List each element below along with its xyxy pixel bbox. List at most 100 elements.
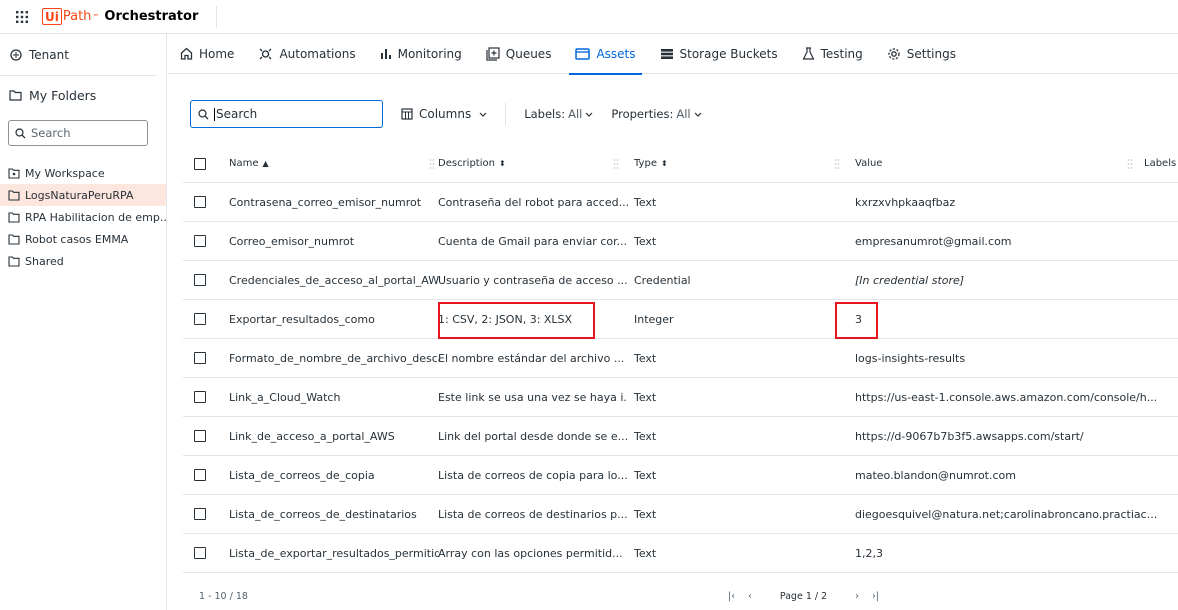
tab-home[interactable]: Home: [168, 34, 246, 74]
tab-label: Queues: [505, 46, 552, 61]
toolbar-divider: [505, 103, 507, 125]
folder-label: Shared: [25, 254, 64, 268]
table-row[interactable]: Correo_emisor_numrot Cuenta de Gmail par…: [183, 222, 1178, 261]
column-resize-handle[interactable]: [613, 158, 619, 170]
uipath-logo[interactable]: Ui Path ™ Orchestrator: [42, 0, 198, 34]
folder-sidebar: Tenant My Folders Search My Workspace Lo…: [0, 34, 167, 610]
column-resize-handle[interactable]: [429, 158, 435, 170]
last-page-button[interactable]: ›|: [872, 591, 879, 602]
assets-search-input[interactable]: Search: [190, 100, 383, 128]
logo-path: Path: [62, 9, 92, 24]
tab-monitoring[interactable]: Monitoring: [368, 34, 474, 74]
properties-filter-value: All: [676, 107, 691, 121]
column-header-value[interactable]: Value: [855, 158, 1170, 169]
tab-automations[interactable]: Automations: [246, 34, 367, 74]
table-row[interactable]: Credenciales_de_acceso_al_portal_AWS Usu…: [183, 261, 1178, 300]
table-row[interactable]: Contrasena_correo_emisor_numrot Contrase…: [183, 183, 1178, 222]
columns-button[interactable]: Columns: [401, 107, 487, 121]
folder-search-input[interactable]: Search: [8, 120, 148, 146]
table-row[interactable]: Link_de_acceso_a_portal_AWS Link del por…: [183, 417, 1178, 456]
asset-type: Text: [634, 234, 657, 248]
folder-label: LogsNaturaPeruRPA: [25, 188, 134, 202]
sort-icon: ⬍: [660, 159, 668, 168]
row-checkbox[interactable]: [183, 469, 217, 481]
row-checkbox[interactable]: [183, 430, 217, 442]
asset-value: https://d-9067b7b3f5.awsapps.com/start/: [855, 429, 1084, 443]
column-resize-handle[interactable]: [1127, 158, 1133, 170]
prev-page-button[interactable]: ‹: [748, 591, 752, 602]
asset-value: [In credential store]: [855, 273, 965, 287]
tab-queues[interactable]: Queues: [474, 34, 564, 74]
tab-assets[interactable]: Assets: [563, 34, 647, 75]
folder-item-my-workspace[interactable]: My Workspace: [0, 162, 166, 184]
app-launcher-icon[interactable]: [6, 0, 38, 34]
table-row[interactable]: Lista_de_correos_de_destinatarios Lista …: [183, 495, 1178, 534]
table-row[interactable]: Exportar_resultados_como 1: CSV, 2: JSON…: [183, 300, 1178, 339]
first-page-button[interactable]: |‹: [728, 591, 735, 602]
column-header-name[interactable]: Name ▲: [229, 158, 439, 169]
properties-filter-key: Properties:: [611, 107, 674, 121]
my-folders-label: My Folders: [29, 88, 97, 103]
table-row[interactable]: Link_a_Cloud_Watch Este link se usa una …: [183, 378, 1178, 417]
folder-item-rpa-habilitacion[interactable]: RPA Habilitacion de emp...: [0, 206, 166, 228]
row-checkbox[interactable]: [183, 235, 217, 247]
asset-value: empresanumrot@gmail.com: [855, 234, 1012, 248]
column-header-description[interactable]: Description ⬍: [438, 158, 628, 169]
select-all-checkbox[interactable]: [183, 157, 217, 170]
asset-type: Text: [634, 351, 657, 365]
row-checkbox[interactable]: [183, 547, 217, 559]
asset-value: https://us-east-1.console.aws.amazon.com…: [855, 390, 1158, 404]
asset-name: Link_de_acceso_a_portal_AWS: [229, 429, 395, 443]
automations-icon: [258, 47, 273, 61]
row-checkbox[interactable]: [183, 274, 217, 286]
column-resize-handle[interactable]: [834, 158, 840, 170]
folder-item-robot-casos-emma[interactable]: Robot casos EMMA: [0, 228, 166, 250]
table-row[interactable]: Lista_de_correos_de_copia Lista de corre…: [183, 456, 1178, 495]
row-checkbox[interactable]: [183, 508, 217, 520]
tab-testing[interactable]: Testing: [790, 34, 875, 74]
tab-settings[interactable]: Settings: [875, 34, 968, 74]
asset-type: Text: [634, 195, 657, 209]
top-header: Ui Path ™ Orchestrator: [0, 0, 1178, 34]
text-cursor: [214, 107, 215, 121]
folder-item-logsnaturaperurpa[interactable]: LogsNaturaPeruRPA: [0, 184, 166, 206]
assets-icon: [575, 47, 591, 60]
asset-description: Array con las opciones permitid...: [438, 546, 623, 560]
my-folders-header[interactable]: My Folders: [0, 88, 166, 103]
tab-storage-buckets[interactable]: Storage Buckets: [648, 34, 790, 74]
pagination: |‹ ‹ Page 1 / 2 › ›|: [728, 591, 892, 602]
queues-icon: [486, 46, 500, 61]
labels-filter[interactable]: Labels: All: [524, 107, 593, 121]
highlight-box-value: [835, 302, 878, 339]
next-page-button[interactable]: ›: [855, 591, 859, 602]
table-row[interactable]: Lista_de_exportar_resultados_permitida A…: [183, 534, 1178, 573]
row-checkbox[interactable]: [183, 352, 217, 364]
asset-name: Lista_de_correos_de_destinatarios: [229, 507, 417, 521]
row-checkbox[interactable]: [183, 313, 217, 325]
table-row[interactable]: Formato_de_nombre_de_archivo_desca... El…: [183, 339, 1178, 378]
asset-value: kxrzxvhpkaaqfbaz: [855, 195, 956, 209]
monitoring-icon: [380, 48, 392, 60]
row-checkbox[interactable]: [183, 391, 217, 403]
column-header-type[interactable]: Type ⬍: [634, 158, 668, 169]
asset-value: logs-insights-results: [855, 351, 966, 365]
tab-label: Assets: [596, 46, 636, 61]
column-header-labels[interactable]: Labels: [1144, 158, 1176, 169]
asset-type: Text: [634, 390, 657, 404]
tenant-label: Tenant: [29, 47, 69, 62]
search-icon: [15, 127, 26, 139]
table-footer: 1 - 10 / 18 |‹ ‹ Page 1 / 2 › ›|: [183, 584, 1178, 608]
sort-asc-icon: ▲: [262, 159, 269, 168]
labels-filter-value: All: [568, 107, 583, 121]
logo-ui: Ui: [42, 8, 62, 25]
tab-label: Settings: [906, 46, 956, 61]
properties-filter[interactable]: Properties: All: [611, 107, 702, 121]
folder-item-shared[interactable]: Shared: [0, 250, 166, 272]
chevron-down-icon: [694, 112, 702, 117]
row-checkbox[interactable]: [183, 196, 217, 208]
asset-description: Cuenta de Gmail para enviar cor...: [438, 234, 628, 248]
tenant-item[interactable]: Tenant: [0, 34, 157, 76]
tab-label: Testing: [820, 46, 863, 61]
asset-name: Exportar_resultados_como: [229, 312, 375, 326]
folder-icon: [8, 233, 20, 245]
